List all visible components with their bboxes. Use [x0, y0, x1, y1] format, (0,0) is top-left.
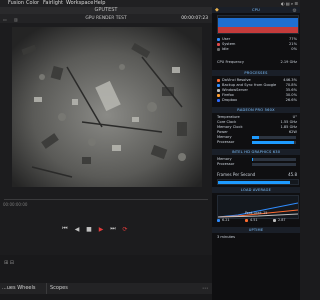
- cpu-idle-value: 0%: [291, 47, 297, 51]
- section-cpu-label: CPU: [252, 8, 260, 12]
- back-icon[interactable]: ◀: [72, 224, 82, 234]
- process-swatch: [217, 88, 220, 92]
- cpu-frequency-value: 2.19 GHz: [280, 60, 297, 64]
- window-titlebar: GPUTEST: [0, 7, 212, 14]
- intel-memory-bar: [252, 158, 296, 161]
- tab-scopes[interactable]: Scopes: [46, 283, 68, 294]
- idle-swatch: [217, 47, 220, 51]
- cpu-row-idle: Idle 0%: [217, 47, 297, 52]
- play-icon[interactable]: ▶: [96, 224, 106, 234]
- timeline-area[interactable]: 00:00:00:00 ⏮ ◀ ■ ▶ ⏭ ⟳: [0, 193, 212, 233]
- stop-icon[interactable]: ■: [84, 224, 94, 234]
- load-values-row: 6.21 4.51 2.87: [217, 218, 297, 223]
- gpu-processor-bar-fill: [252, 141, 294, 144]
- fps-row: Frames Per Second 45.8: [217, 172, 297, 177]
- timeline-start-timecode: 00:00:00:00: [3, 202, 28, 207]
- video-frame: [12, 27, 202, 187]
- gpu-processor-label: Processor: [217, 140, 235, 144]
- process-row: Dropbox 26.6%: [217, 98, 297, 103]
- transport-controls: ⏮ ◀ ■ ▶ ⏭ ⟳: [60, 224, 140, 234]
- stats-panel: ◆ CPU ⚙ User 77% System 21% Idle 0% CPU …: [212, 7, 300, 300]
- viewer-header: ▭ ▥ GPU RENDER TEST 00:00:07:23: [0, 14, 212, 23]
- lower-tab-bar: ...ues Wheels Scopes ⋯: [0, 283, 212, 294]
- process-value: 26.6%: [285, 98, 297, 102]
- fps-label: Frames Per Second: [217, 172, 256, 177]
- load-15-swatch: [273, 218, 276, 222]
- window-title: GPUTEST: [94, 7, 118, 13]
- process-name: DaVinci Resolve: [222, 78, 251, 82]
- fps-graph: [217, 179, 299, 185]
- cpu-frequency-row: CPU Frequency 2.19 GHz: [217, 60, 297, 65]
- gpu-memory-bar: [252, 136, 296, 139]
- resolve-window: GPUTEST ▭ ▥ GPU RENDER TEST 00:00:07:23: [0, 7, 212, 300]
- menubar-status-icons[interactable]: ◐ ▤ ⌕ ☰: [281, 0, 298, 7]
- peak-load: Peak Load: 25: [245, 211, 268, 215]
- next-icon[interactable]: ⏭: [108, 224, 118, 234]
- load-5-value: 4.51: [250, 218, 258, 222]
- process-swatch: [217, 98, 220, 102]
- user-swatch: [217, 37, 220, 41]
- menu-bar: Fusion Color Fairlight Workspace Help ◐ …: [0, 0, 300, 7]
- uptime-value: 3 minutes: [217, 235, 235, 239]
- gear-icon[interactable]: ⚙: [292, 8, 297, 14]
- viewer-title[interactable]: GPU RENDER TEST: [0, 14, 212, 23]
- lower-panel: ⊞ ⊟ ...ues Wheels Scopes ⋯: [0, 255, 212, 300]
- peak-load-row: Peak Load: 25: [217, 211, 297, 216]
- node-tool-icons[interactable]: ⊞ ⊟: [4, 260, 14, 266]
- scrub-bar[interactable]: [4, 199, 208, 200]
- load-5-swatch: [245, 218, 248, 222]
- process-swatch: [217, 93, 220, 97]
- fps-value: 45.8: [288, 172, 297, 177]
- menu-help[interactable]: Help: [94, 0, 105, 7]
- cpu-frequency-label: CPU Frequency: [217, 60, 245, 64]
- menu-color[interactable]: Color: [26, 0, 39, 7]
- rubble-image: [12, 27, 202, 187]
- cpu-graph: [217, 15, 299, 34]
- system-swatch: [217, 42, 220, 46]
- gpu-processor-bar: [252, 141, 296, 144]
- process-name: Backup and Sync from Google: [222, 83, 277, 87]
- load-1-value: 6.21: [222, 218, 230, 222]
- section-cpu: ◆ CPU ⚙: [212, 7, 300, 14]
- intel-memory-bar-fill: [252, 158, 254, 161]
- load-1-swatch: [217, 218, 220, 222]
- uptime-row: 3 minutes: [217, 235, 297, 240]
- process-name: Firefox: [222, 93, 234, 97]
- intel-processor-label: Processor: [217, 162, 235, 166]
- cpu-idle-label: Idle: [222, 47, 229, 51]
- cpu-user-label: User: [222, 37, 231, 41]
- more-icon[interactable]: ⋯: [202, 283, 208, 294]
- section-intel: INTEL HD GRAPHICS 630: [212, 149, 300, 155]
- stats-app-icon: ◆: [215, 7, 220, 13]
- tab-color-wheels[interactable]: ...ues Wheels: [2, 283, 35, 294]
- process-swatch: [217, 83, 220, 87]
- viewer-timecode: 00:00:07:23: [181, 16, 208, 21]
- cpu-graph-svg: [218, 18, 298, 33]
- section-uptime: UPTIME: [212, 227, 300, 233]
- process-name: WindowServer: [222, 88, 248, 92]
- section-gpu: RADEON PRO 560X: [212, 107, 300, 113]
- menu-fairlight[interactable]: Fairlight: [43, 0, 63, 7]
- prev-icon[interactable]: ⏮: [60, 224, 70, 234]
- section-load: LOAD AVERAGE: [212, 187, 300, 193]
- fps-graph-svg: [218, 181, 290, 184]
- menu-fusion[interactable]: Fusion: [8, 0, 24, 7]
- cpu-system-label: System: [222, 42, 236, 46]
- section-processes: PROCESSES: [212, 70, 300, 76]
- intel-processor-bar: [252, 163, 296, 166]
- loop-icon[interactable]: ⟳: [120, 224, 130, 234]
- process-swatch: [217, 78, 220, 82]
- menu-workspace[interactable]: Workspace: [66, 0, 93, 7]
- load-15-value: 2.87: [278, 218, 286, 222]
- gpu-memory-bar-fill: [252, 136, 259, 139]
- process-name: Dropbox: [222, 98, 238, 102]
